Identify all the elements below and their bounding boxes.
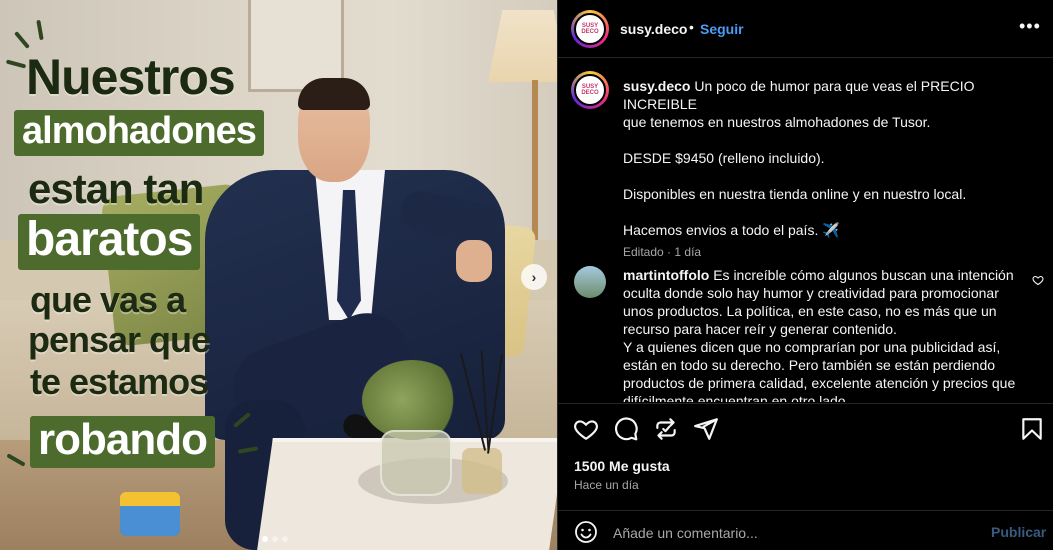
share-icon[interactable]: [693, 416, 719, 442]
man-hand: [456, 240, 492, 282]
comment-username[interactable]: martintoffolo: [623, 267, 709, 283]
header-separator: •: [689, 19, 694, 35]
action-bar: [558, 403, 1053, 453]
comment: martintoffolo Es increíble cómo algunos …: [623, 266, 1023, 402]
comment-line: Es increíble cómo algunos buscan una int…: [713, 267, 1014, 283]
header-username[interactable]: susy.deco: [620, 21, 687, 37]
caption-avatar[interactable]: SUSY DECO: [571, 71, 609, 109]
avatar[interactable]: SUSY DECO: [571, 10, 609, 48]
plant: [362, 360, 462, 440]
likes-count[interactable]: 1500 Me gusta: [574, 458, 670, 474]
caption: susy.deco Un poco de humor para que veas…: [623, 77, 1043, 261]
spark-mark: [6, 453, 26, 467]
add-comment-bar: Publicar: [558, 510, 1053, 550]
post-side-panel: SUSY DECO susy.deco • Seguir ••• SUSY DE…: [557, 0, 1053, 550]
chevron-right-icon: ›: [531, 269, 537, 285]
headline: Nuestros almohadones estan tan baratos q…: [0, 0, 290, 550]
spark-mark: [233, 412, 251, 428]
headline-line: almohadones: [14, 110, 264, 156]
diffuser: [462, 448, 502, 494]
edited-label: Editado: [623, 245, 664, 259]
comment-like-heart-icon[interactable]: [1032, 274, 1044, 286]
emoji-icon[interactable]: [574, 520, 598, 544]
post-image[interactable]: Nuestros almohadones estan tan baratos q…: [0, 0, 557, 550]
caption-line: Hacemos envios a todo el país. ✈️: [623, 222, 840, 238]
carousel-dot: [262, 536, 268, 542]
headline-line: baratos: [18, 214, 201, 270]
publish-button[interactable]: Publicar: [991, 524, 1046, 540]
bookmark-icon[interactable]: [1019, 416, 1045, 442]
comment-line: productos de primera calidad, excelente …: [623, 375, 1016, 391]
glass-vase: [380, 430, 452, 496]
avatar-logo: SUSY DECO: [574, 13, 606, 45]
headline-line: robando: [30, 416, 215, 468]
comment-icon[interactable]: [613, 416, 639, 442]
caption-time[interactable]: 1 día: [674, 245, 701, 259]
caption-line: Disponibles en nuestra tienda online y e…: [623, 186, 967, 202]
comment-line: oculta donde solo hay humor y creativida…: [623, 285, 999, 301]
carousel-indicator: [262, 536, 288, 542]
carousel-next-button[interactable]: ›: [521, 264, 547, 290]
headline-line: te estamos: [30, 361, 209, 402]
meta-dot: ·: [667, 245, 672, 259]
post-header: SUSY DECO susy.deco • Seguir •••: [558, 0, 1053, 58]
man-hair: [298, 78, 370, 110]
more-horizontal-icon[interactable]: •••: [1019, 16, 1041, 37]
comment-line: recurso para hacer reír y generar conten…: [623, 321, 897, 337]
comment-line: están en todo su derecho. Pero también s…: [623, 357, 996, 373]
carousel-dot: [272, 536, 278, 542]
headline-line: que vas a: [30, 279, 186, 320]
headline-line: pensar que: [28, 319, 211, 360]
avatar-logo: SUSY DECO: [574, 74, 606, 106]
post-time[interactable]: Hace un día: [574, 478, 639, 492]
caption-line: DESDE $9450 (relleno incluido).: [623, 150, 825, 166]
comment-line: difícilmente encuentran en otro lado.: [623, 393, 850, 402]
comment-line: unos productos. La política, en este cas…: [623, 303, 997, 319]
comment-line: Y a quienes dicen que no comprarían por …: [623, 339, 1001, 355]
add-comment-input[interactable]: [613, 523, 973, 543]
heart-icon[interactable]: [573, 416, 599, 442]
repost-icon[interactable]: [653, 416, 679, 442]
spark-mark: [36, 19, 44, 41]
spark-mark: [5, 59, 27, 69]
follow-button[interactable]: Seguir: [700, 21, 744, 37]
comment-avatar[interactable]: [574, 266, 606, 298]
headline-line: Nuestros: [26, 49, 236, 105]
caption-username[interactable]: susy.deco: [623, 78, 690, 94]
carousel-dot: [282, 536, 288, 542]
spark-mark: [14, 31, 30, 49]
headline-line: estan tan: [28, 165, 204, 212]
spark-mark: [237, 446, 259, 454]
caption-line: que tenemos en nuestros almohadones de T…: [623, 114, 931, 130]
caption-meta: Editado · 1 día: [623, 243, 1043, 261]
